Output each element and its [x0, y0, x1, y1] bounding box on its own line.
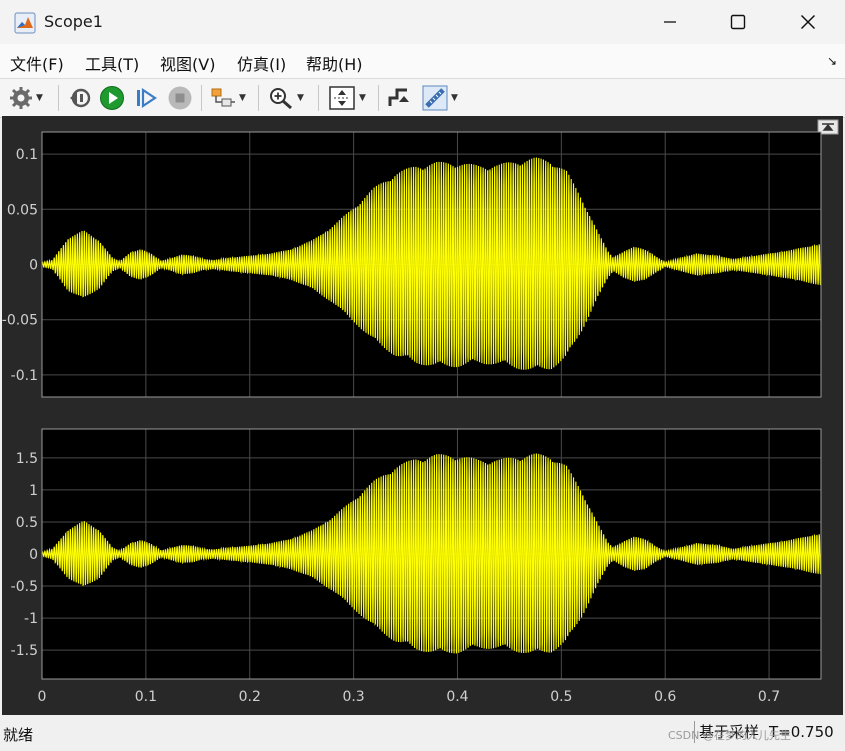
x-tick-label: 0.6: [654, 689, 676, 705]
y-tick-label: 0: [29, 258, 38, 274]
menu-tools[interactable]: 工具(T): [85, 51, 139, 75]
toolbar-separator: [378, 85, 379, 111]
close-button[interactable]: [773, 0, 843, 44]
menu-simulation[interactable]: 仿真(I): [237, 51, 286, 75]
window-title: Scope1: [44, 12, 103, 31]
y-tick-label: -0.5: [11, 579, 38, 595]
x-tick-label: 0.3: [342, 689, 364, 705]
x-tick-label: 0.7: [758, 689, 780, 705]
y-tick-label: 0.05: [7, 202, 38, 218]
y-tick-label: 1.5: [16, 451, 38, 467]
y-tick-label: 1: [29, 483, 38, 499]
x-tick-label: 0: [38, 689, 47, 705]
title-bar: Scope1: [0, 0, 845, 44]
scope-display: -0.1 -0.05 0 0.05 0.1 -1.5 -1 -0.5 0 0.5 1 1.5 0 0.1…: [2, 116, 843, 715]
y-tick-label: -0.1: [11, 368, 38, 384]
close-icon: [800, 14, 816, 30]
y-tick-label: 0.1: [16, 147, 38, 163]
matlab-app-icon: [14, 12, 36, 34]
toolbar-separator: [318, 85, 319, 111]
y-tick-label: -0.05: [2, 313, 38, 329]
step-forward-button[interactable]: [134, 84, 158, 112]
bottom-axes: -1.5 -1 -0.5 0 0.5 1 1.5 0 0.1 0.2 0.3 0.4 0.5 0.6 0.7: [11, 428, 822, 705]
minimize-button[interactable]: [635, 0, 705, 44]
highlight-block-icon: [211, 88, 235, 107]
x-tick-label: 0.1: [135, 689, 157, 705]
stop-icon: [168, 86, 192, 110]
minimize-icon: [664, 21, 676, 23]
status-ready: 就绪: [3, 726, 34, 744]
watermark: CSDN @在梦的人儿先生: [668, 729, 791, 742]
toolbar-separator: [201, 85, 202, 111]
triggers-icon: [388, 88, 409, 106]
step-back-button[interactable]: [67, 84, 93, 112]
triggers-button[interactable]: [387, 84, 411, 112]
y-tick-label: 0.5: [16, 515, 38, 531]
run-icon: [100, 86, 124, 110]
scope-plots: -0.1 -0.05 0 0.05 0.1 -1.5 -1 -0.5 0 0.5 1 1.5 0 0.1…: [2, 119, 839, 705]
maximize-icon: [730, 14, 746, 30]
menu-help[interactable]: 帮助(H): [306, 51, 363, 75]
chevron-down-icon[interactable]: ▼: [297, 93, 304, 103]
chevron-down-icon[interactable]: ▼: [36, 93, 43, 103]
y-tick-label: 0: [29, 547, 38, 563]
x-tick-label: 0.2: [239, 689, 261, 705]
stop-button[interactable]: [167, 84, 193, 112]
maximize-button[interactable]: [703, 0, 773, 44]
chevron-down-icon[interactable]: ▼: [451, 93, 458, 103]
menu-bar: 文件(F) 工具(T) 视图(V) 仿真(I) 帮助(H) ↘: [0, 44, 845, 78]
zoom-in-icon: [270, 88, 292, 110]
zoom-button[interactable]: ▼: [268, 84, 304, 112]
y-tick-label: -1.5: [11, 643, 38, 659]
run-button[interactable]: [99, 84, 125, 112]
measurements-icon: [422, 85, 448, 111]
settings-gear-icon: [10, 87, 32, 109]
measurements-button[interactable]: ▼: [422, 84, 458, 112]
top-axes: -0.1 -0.05 0 0.05 0.1: [2, 131, 822, 398]
autoscale-button[interactable]: ▼: [328, 84, 366, 112]
menu-view[interactable]: 视图(V): [160, 51, 215, 75]
toolbar: ▼ ▼ ▼ ▼ ▼: [0, 78, 845, 118]
chevron-down-icon[interactable]: ▼: [359, 93, 366, 103]
step-back-icon: [70, 88, 91, 108]
chevron-down-icon[interactable]: ▼: [239, 93, 246, 103]
menu-file[interactable]: 文件(F): [10, 51, 64, 75]
x-tick-label: 0.4: [446, 689, 468, 705]
highlight-block-button[interactable]: ▼: [210, 84, 246, 112]
toolbar-separator: [258, 85, 259, 111]
x-tick-label: 0.5: [550, 689, 572, 705]
settings-button[interactable]: ▼: [9, 84, 43, 112]
toolbar-separator: [58, 85, 59, 111]
y-tick-label: -1: [24, 611, 38, 627]
autoscale-icon: [329, 86, 355, 110]
undock-arrow-icon[interactable]: ↘: [827, 54, 837, 68]
step-forward-icon: [137, 87, 157, 109]
